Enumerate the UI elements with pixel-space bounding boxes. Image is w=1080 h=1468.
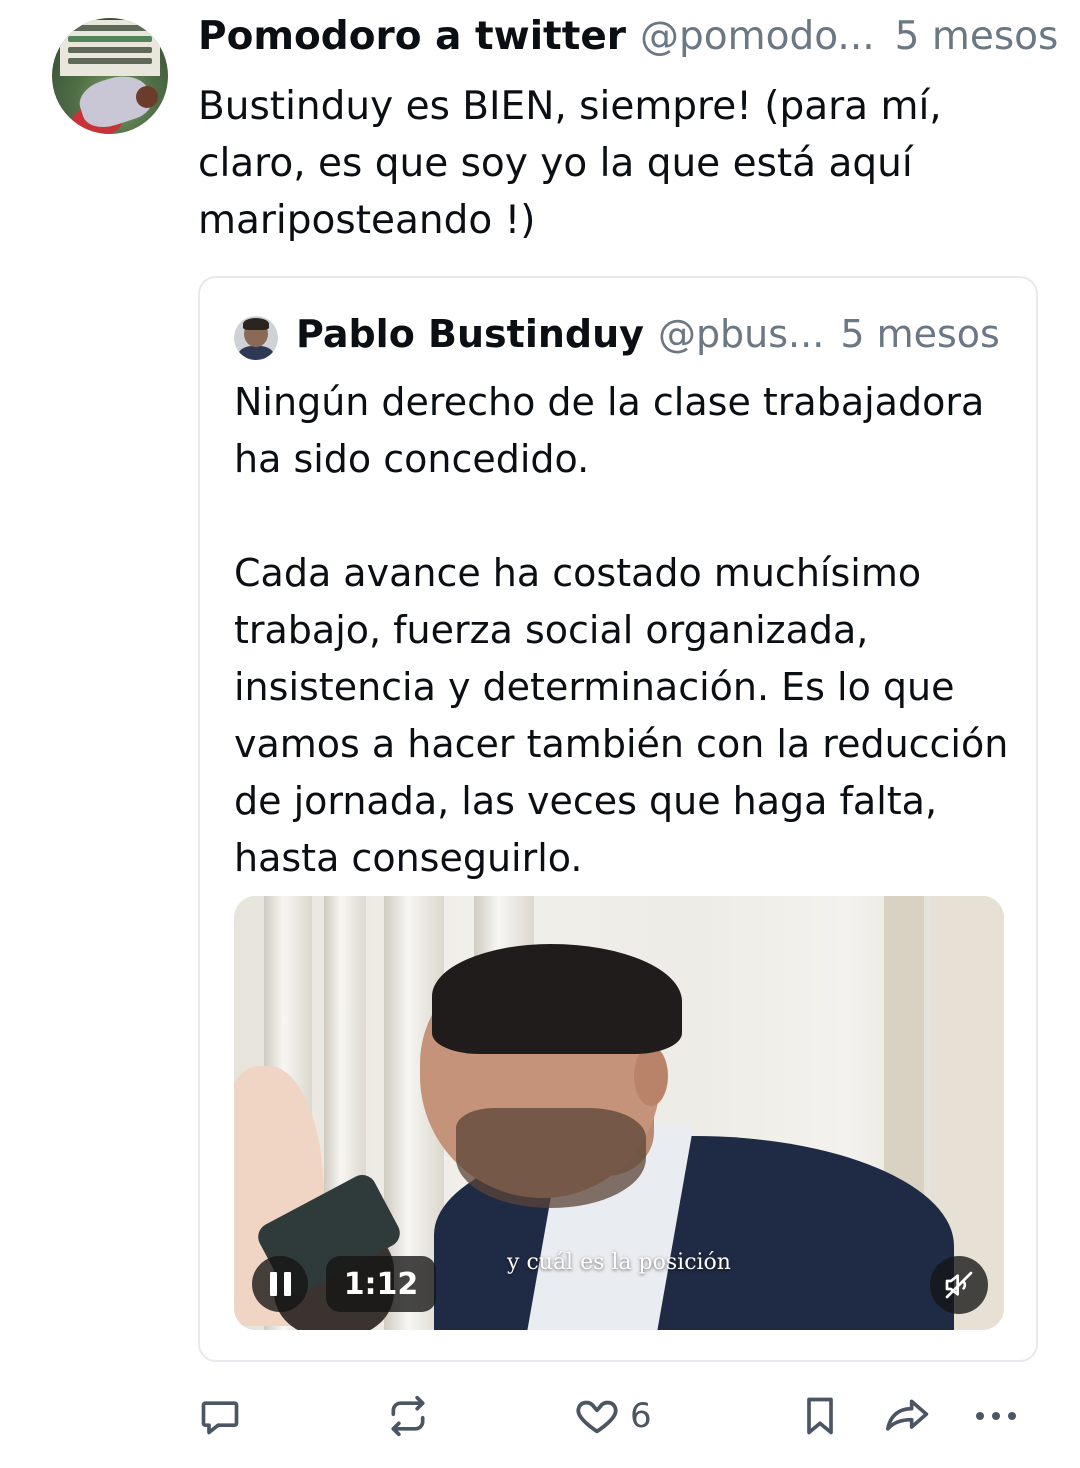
post-time[interactable]: 5 mesos xyxy=(895,14,1059,59)
pause-icon xyxy=(269,1272,277,1296)
like-count: 6 xyxy=(630,1396,652,1436)
quoted-post[interactable]: Pablo Bustinduy @pbus... 5 mesos Ningún … xyxy=(198,276,1038,1362)
reply-button[interactable] xyxy=(198,1392,242,1440)
quoted-author-handle[interactable]: @pbus... xyxy=(658,312,824,356)
author-name[interactable]: Pomodoro a twitter xyxy=(198,14,626,59)
quoted-author-name[interactable]: Pablo Bustinduy xyxy=(296,312,644,356)
more-options-button[interactable] xyxy=(972,1392,1020,1440)
quoted-post-header: Pablo Bustinduy @pbus... 5 mesos xyxy=(296,312,1006,364)
repost-icon xyxy=(391,1395,425,1437)
repost-button[interactable] xyxy=(386,1392,430,1440)
post: Pomodoro a twitter @pomodo... 5 mesos Bu… xyxy=(0,0,1080,1468)
heart-icon xyxy=(576,1400,618,1434)
quoted-post-time: 5 mesos xyxy=(840,312,1000,356)
share-icon xyxy=(885,1399,929,1431)
video-duration: 1:12 xyxy=(326,1256,436,1312)
pause-button[interactable] xyxy=(252,1256,308,1312)
muted-speaker-icon xyxy=(945,1271,973,1299)
author-avatar[interactable] xyxy=(52,18,168,134)
video-player[interactable]: y cuál es la posición 1:12 xyxy=(234,896,1004,1330)
unmute-button[interactable] xyxy=(930,1256,988,1314)
author-handle[interactable]: @pomodo... xyxy=(640,14,875,59)
like-button[interactable]: 6 xyxy=(574,1392,652,1440)
bookmark-button[interactable] xyxy=(798,1392,842,1440)
share-button[interactable] xyxy=(884,1392,932,1440)
post-header: Pomodoro a twitter @pomodo... 5 mesos xyxy=(198,14,1058,74)
more-icon xyxy=(976,1412,1016,1420)
post-text: Bustinduy es BIEN, siempre! (para mí, cl… xyxy=(198,84,942,243)
bookmark-icon xyxy=(807,1397,833,1435)
reply-icon xyxy=(201,1401,239,1435)
quoted-post-text: Ningún derecho de la clase trabajadora h… xyxy=(234,380,1009,880)
quoted-author-avatar[interactable] xyxy=(234,316,278,360)
post-actions: 6 xyxy=(198,1392,1038,1440)
